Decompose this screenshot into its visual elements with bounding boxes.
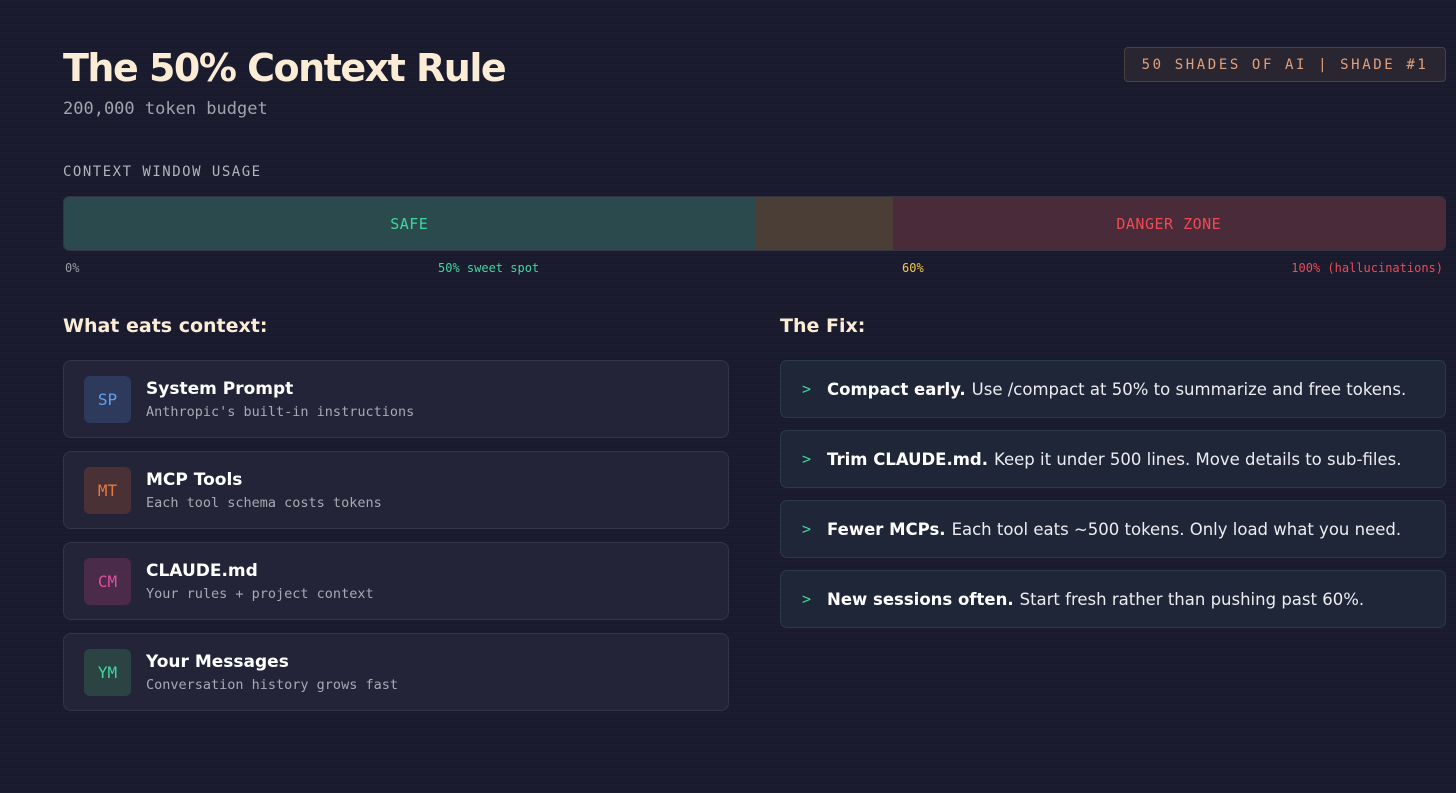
marker-warning: 60% xyxy=(902,261,924,275)
eats-heading: What eats context: xyxy=(63,315,268,337)
page-title: The 50% Context Rule xyxy=(63,46,507,90)
context-usage-bar: SAFE DANGER ZONE xyxy=(63,196,1446,251)
context-item-your-messages: YM Your Messages Conversation history gr… xyxy=(63,633,729,711)
series-badge: 50 SHADES OF AI | SHADE #1 xyxy=(1124,47,1446,82)
chevron-right-icon: > xyxy=(802,590,812,608)
claude-md-icon: CM xyxy=(84,558,131,605)
fix-item-text: Each tool eats ~500 tokens. Only load wh… xyxy=(951,519,1402,539)
fix-heading: The Fix: xyxy=(780,315,866,337)
fix-item-title: Trim CLAUDE.md. xyxy=(827,449,988,469)
danger-segment: DANGER ZONE xyxy=(892,197,1445,250)
fix-item-text: Start fresh rather than pushing past 60%… xyxy=(1019,589,1365,609)
context-item-title: CLAUDE.md xyxy=(146,561,258,581)
marker-start: 0% xyxy=(65,261,80,275)
fix-item-text: Use /compact at 50% to summarize and fre… xyxy=(971,379,1407,399)
page-subtitle: 200,000 token budget xyxy=(63,99,268,119)
fix-item-title: Compact early. xyxy=(827,379,966,399)
fix-item-fewer-mcps: > Fewer MCPs. Each tool eats ~500 tokens… xyxy=(780,500,1446,558)
safe-label: SAFE xyxy=(390,214,429,233)
fix-item-title: New sessions often. xyxy=(827,589,1014,609)
context-item-title: Your Messages xyxy=(146,652,289,672)
marker-sweet-spot: 50% sweet spot xyxy=(438,261,540,275)
context-item-title: System Prompt xyxy=(146,379,294,399)
system-prompt-icon: SP xyxy=(84,376,131,423)
page: The 50% Context Rule 200,000 token budge… xyxy=(0,0,1456,793)
chevron-right-icon: > xyxy=(802,520,812,538)
marker-end: 100% (hallucinations) xyxy=(1291,261,1443,275)
fix-item-title: Fewer MCPs. xyxy=(827,519,946,539)
context-item-title: MCP Tools xyxy=(146,470,243,490)
context-item-desc: Each tool schema costs tokens xyxy=(146,495,382,511)
chevron-right-icon: > xyxy=(802,450,812,468)
context-item-system-prompt: SP System Prompt Anthropic's built-in in… xyxy=(63,360,729,438)
fix-item-new-sessions: > New sessions often. Start fresh rather… xyxy=(780,570,1446,628)
chevron-right-icon: > xyxy=(802,380,812,398)
warning-segment xyxy=(754,197,893,250)
context-item-desc: Conversation history grows fast xyxy=(146,677,398,693)
safe-segment: SAFE xyxy=(64,197,755,250)
your-messages-icon: YM xyxy=(84,649,131,696)
fix-item-compact: > Compact early. Use /compact at 50% to … xyxy=(780,360,1446,418)
mcp-tools-icon: MT xyxy=(84,467,131,514)
context-item-desc: Anthropic's built-in instructions xyxy=(146,404,415,420)
context-item-claude-md: CM CLAUDE.md Your rules + project contex… xyxy=(63,542,729,620)
usage-label: CONTEXT WINDOW USAGE xyxy=(63,164,262,180)
fix-item-text: Keep it under 500 lines. Move details to… xyxy=(994,449,1402,469)
danger-label: DANGER ZONE xyxy=(1116,214,1222,233)
usage-markers: 0% 50% sweet spot 60% 100% (hallucinatio… xyxy=(63,261,1446,277)
context-item-desc: Your rules + project context xyxy=(146,586,374,602)
context-item-mcp-tools: MT MCP Tools Each tool schema costs toke… xyxy=(63,451,729,529)
fix-item-trim: > Trim CLAUDE.md. Keep it under 500 line… xyxy=(780,430,1446,488)
